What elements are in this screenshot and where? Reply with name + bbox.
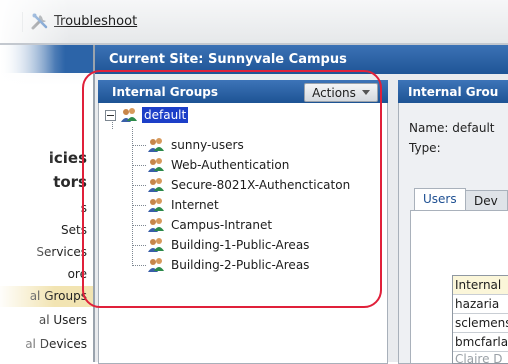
sidebar-item-sets[interactable]: Sets: [0, 220, 93, 241]
sidebar-item-internal-groups[interactable]: al Groups: [0, 286, 93, 307]
group-details-header: Internal Grou: [398, 80, 508, 103]
table-header: Internal: [453, 276, 508, 295]
tab-devices[interactable]: Dev: [465, 190, 508, 210]
internal-groups-header: Internal Groups Actions: [98, 80, 388, 103]
actions-label: Actions: [312, 85, 356, 100]
table-row[interactable]: hazaria: [453, 295, 508, 314]
tree-connector: [132, 185, 146, 186]
table-row[interactable]: bmcfarla: [453, 333, 508, 352]
tree-node-label: default: [140, 106, 190, 124]
group-icon: [147, 217, 165, 233]
name-field: Name: default: [409, 121, 495, 135]
tree-connector: [132, 245, 146, 246]
sidebar-heading-administrators: tors: [53, 173, 87, 191]
group-details-title: Internal Grou: [408, 85, 499, 99]
group-icon: [147, 257, 165, 273]
chevron-down-icon: [361, 90, 370, 95]
collapse-toggle-icon[interactable]: [105, 109, 116, 121]
table-row[interactable]: Claire D: [453, 352, 508, 363]
type-field: Type:: [409, 141, 441, 155]
tree-node-internet[interactable]: Internet: [147, 195, 221, 215]
sidebar-header-band: [0, 45, 93, 73]
tree-node-label: Building-1-Public-Areas: [171, 238, 310, 252]
group-icon: [147, 157, 165, 173]
tree-node-label: Campus-Intranet: [171, 218, 273, 232]
group-icon: [147, 237, 165, 253]
users-table: Internal hazaria sclemens bmcfarla Clair…: [452, 275, 508, 364]
internal-groups-panel: default sunny-users Web-Authentication S…: [98, 80, 388, 364]
internal-groups-title: Internal Groups: [112, 85, 219, 99]
tree-node-sunny-users[interactable]: sunny-users: [147, 135, 246, 155]
tree-node-secure-8021x[interactable]: Secure-8021X-Authencticaton: [147, 175, 352, 195]
tree-node-default[interactable]: default: [105, 105, 190, 125]
group-icon: [120, 107, 138, 123]
tree-node-label: Secure-8021X-Authencticaton: [171, 178, 351, 192]
tree-node-campus-intranet[interactable]: Campus-Intranet: [147, 215, 274, 235]
group-icon: [147, 197, 165, 213]
tree-node-web-authentication[interactable]: Web-Authentication: [147, 155, 291, 175]
tree-node-building-1[interactable]: Building-1-Public-Areas: [147, 235, 311, 255]
sidebar-item-services[interactable]: Services: [0, 242, 93, 263]
actions-dropdown[interactable]: Actions: [304, 83, 378, 102]
site-title: Current Site: Sunnyvale Campus: [109, 52, 347, 67]
tree-node-label: Building-2-Public-Areas: [171, 258, 310, 272]
tree-connector: [132, 225, 146, 226]
group-icon: [147, 137, 165, 153]
sidebar-item-store[interactable]: ore: [0, 264, 93, 285]
tree-connector: [132, 205, 146, 206]
sidebar-item-1[interactable]: s: [0, 198, 93, 219]
table-row[interactable]: sclemens: [453, 314, 508, 333]
group-icon: [147, 177, 165, 193]
tree-connector: [132, 265, 146, 266]
sidebar-item-internal-users[interactable]: al Users: [0, 310, 93, 331]
sidebar-heading-policies: icies: [48, 149, 87, 167]
tree-node-label: Web-Authentication: [171, 158, 290, 172]
tree-connector: [132, 165, 146, 166]
tree-node-building-2[interactable]: Building-2-Public-Areas: [147, 255, 311, 275]
sidebar-item-internal-devices[interactable]: al Devices: [0, 334, 93, 355]
tab-users[interactable]: Users: [414, 188, 466, 210]
toolbar-fade: [0, 0, 70, 43]
site-header: Current Site: Sunnyvale Campus: [95, 45, 508, 74]
tree-node-label: Internet: [171, 198, 219, 212]
tree-node-label: sunny-users: [171, 138, 244, 152]
tree-connector: [132, 145, 146, 146]
